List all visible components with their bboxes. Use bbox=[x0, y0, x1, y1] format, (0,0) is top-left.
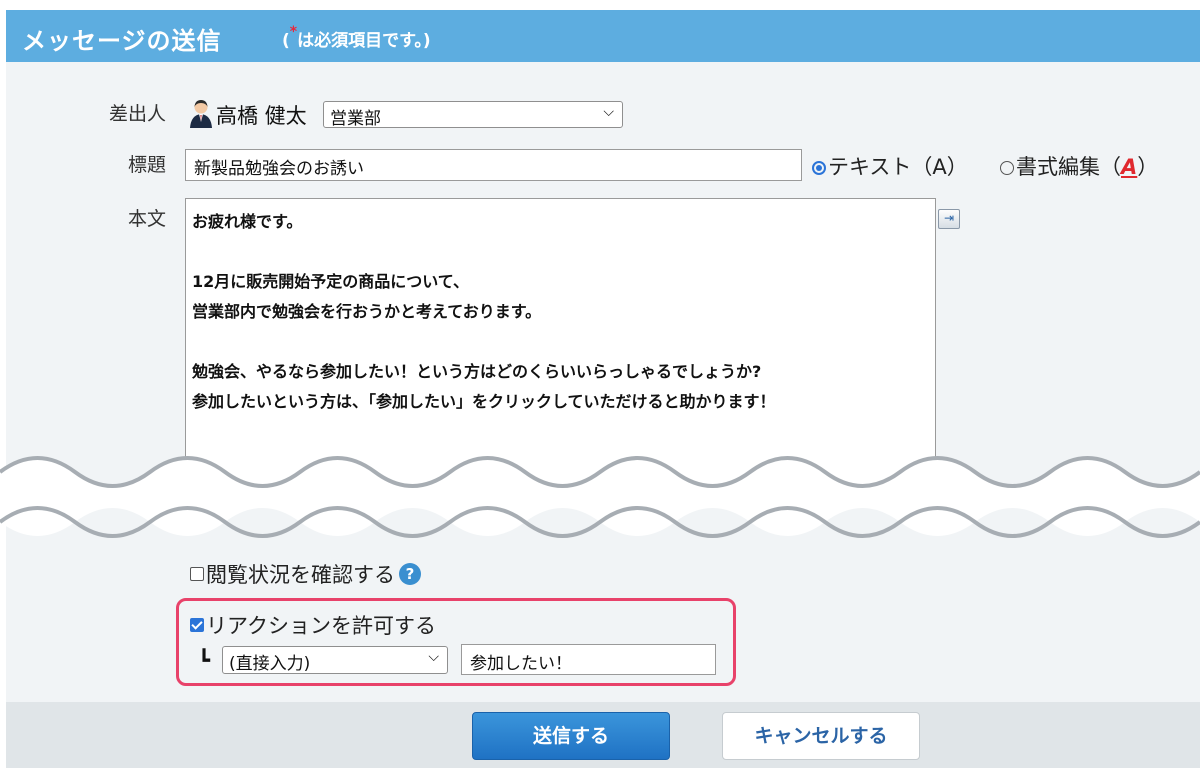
department-select-value: 営業部 bbox=[330, 109, 381, 129]
cancel-button[interactable]: キャンセルする bbox=[722, 712, 920, 760]
wavy-cut-divider bbox=[0, 456, 1200, 538]
read-status-checkbox[interactable]: 閲覧状況を確認する? bbox=[190, 559, 421, 589]
body-line bbox=[192, 237, 929, 267]
checkbox-unchecked-icon bbox=[190, 567, 204, 581]
body-line: 12月に販売開始予定の商品について、 bbox=[192, 272, 469, 291]
body-line: お疲れ様です。 bbox=[192, 212, 303, 231]
body-line: 営業部内で勉強会を行おうかと考えております。 bbox=[192, 302, 542, 321]
required-note: (*は必須項目です。) bbox=[282, 24, 431, 51]
checkbox-checked-icon bbox=[190, 618, 204, 632]
user-avatar-icon bbox=[190, 100, 212, 128]
subject-label: 標題 bbox=[127, 154, 166, 176]
rich-text-a-icon: A bbox=[1121, 155, 1138, 179]
page-title: メッセージの送信 bbox=[22, 27, 222, 55]
sender-name: 高橋 健太 bbox=[216, 104, 307, 128]
radio-selected-icon bbox=[812, 161, 826, 175]
read-status-label: 閲覧状況を確認する bbox=[206, 563, 395, 587]
body-textarea[interactable]: お疲れ様です。 12月に販売開始予定の商品について、 営業部内で勉強会を行おうか… bbox=[185, 198, 936, 488]
help-icon[interactable]: ? bbox=[399, 563, 421, 585]
body-line bbox=[192, 327, 929, 357]
body-label: 本文 bbox=[127, 208, 166, 230]
subject-input[interactable]: 新製品勉強会のお誘い bbox=[185, 149, 802, 181]
format-text-label: テキスト（A） bbox=[828, 155, 968, 179]
chevron-down-icon: ⌵ bbox=[428, 649, 439, 665]
format-rich-radio[interactable]: 書式編集（A） bbox=[1000, 151, 1158, 181]
required-mark: * bbox=[289, 24, 298, 40]
reaction-type-select[interactable]: (直接入力) ⌵ bbox=[222, 646, 448, 674]
chevron-down-icon: ⌵ bbox=[603, 104, 614, 120]
radio-unselected-icon bbox=[1000, 161, 1014, 175]
sender-label: 差出人 bbox=[108, 103, 166, 125]
page-header: メッセージの送信 (*は必須項目です。) bbox=[6, 10, 1200, 62]
reaction-checkbox[interactable]: リアクションを許可する bbox=[190, 610, 436, 640]
reaction-text-input[interactable]: 参加したい！ bbox=[461, 644, 716, 675]
branch-icon: ┗ bbox=[198, 648, 211, 672]
department-select[interactable]: 営業部 ⌵ bbox=[323, 101, 623, 129]
body-line: 勉強会、やるなら参加したい！という方はどのくらいいらっしゃるでしょうか? bbox=[192, 362, 762, 381]
format-text-radio[interactable]: テキスト（A） bbox=[812, 151, 968, 181]
body-line: 参加したいという方は、「参加したい」をクリックしていただけると助かります！ bbox=[192, 392, 776, 411]
reaction-type-value: (直接入力) bbox=[229, 654, 311, 674]
reaction-label: リアクションを許可する bbox=[206, 614, 436, 638]
send-button[interactable]: 送信する bbox=[472, 712, 670, 760]
expand-textarea-icon[interactable]: ⇥ bbox=[938, 209, 960, 229]
